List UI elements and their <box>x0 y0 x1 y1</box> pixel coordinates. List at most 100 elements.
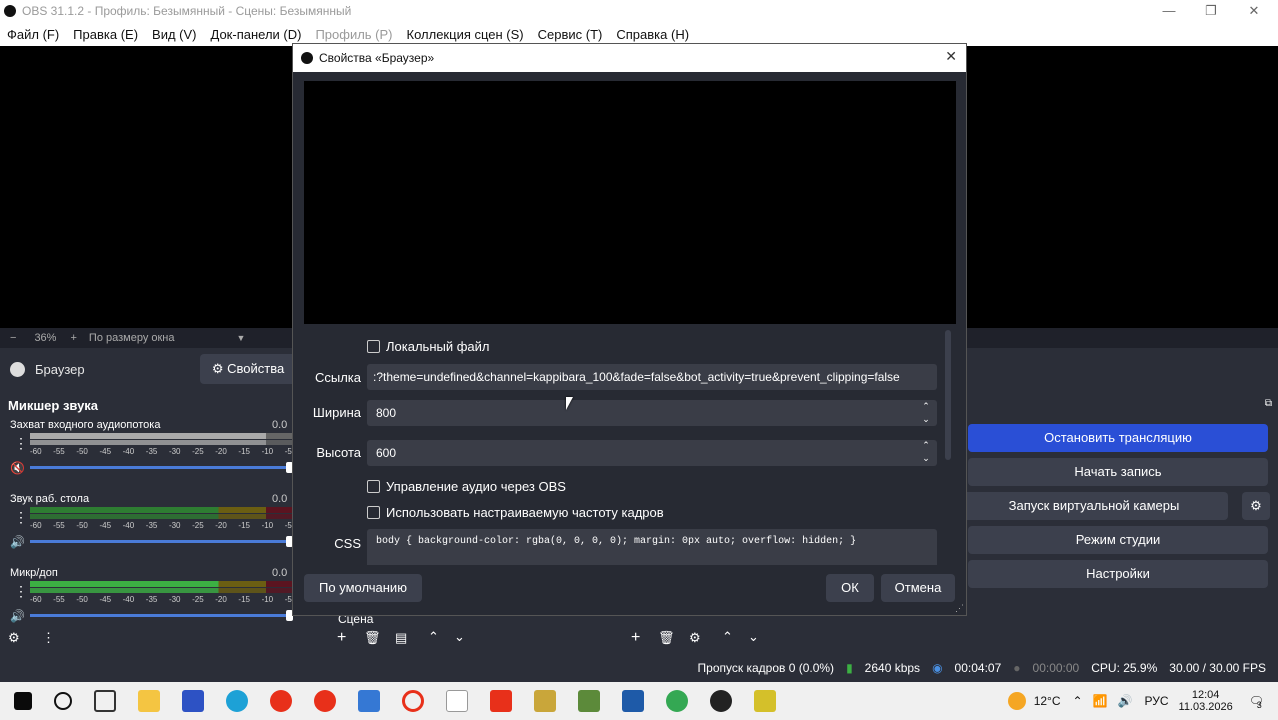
file-explorer-icon[interactable] <box>138 690 160 712</box>
minecraft-icon[interactable] <box>578 690 600 712</box>
weather-icon[interactable] <box>1007 692 1026 710</box>
scene-down-icon[interactable]: ⌄ <box>454 629 465 645</box>
menu-item-1[interactable]: Правка (E) <box>73 27 138 42</box>
local-file-checkbox[interactable]: Локальный файл <box>367 339 490 354</box>
scale-tick: -60 <box>30 521 42 530</box>
add-scene-icon[interactable]: + <box>337 629 346 647</box>
properties-label: Свойства <box>227 361 285 376</box>
width-spinbox[interactable]: 800 <box>367 400 937 426</box>
cancel-button[interactable]: Отмена <box>881 574 955 602</box>
custom-fps-checkbox[interactable]: Использовать настраиваемую частоту кадро… <box>367 505 664 520</box>
css-textarea[interactable]: body { background-color: rgba(0, 0, 0, 0… <box>367 529 937 565</box>
menu-item-0[interactable]: Файл (F) <box>7 27 59 42</box>
track-menu-icon[interactable]: ⋮ <box>14 509 28 526</box>
close-icon[interactable]: ✕ <box>1243 2 1265 20</box>
browser-properties-dialog: Свойства «Браузер» ✕ Локальный файл Ссыл… <box>292 43 967 616</box>
store-icon[interactable] <box>358 690 380 712</box>
dock-toolbars: ⚙ ⋮ Сцена + 🗑 ▤ ⌃ ⌄ + 🗑 ⚙ ⌃ ⌄ <box>0 612 1278 654</box>
app-icon[interactable] <box>754 690 776 712</box>
track-menu-icon[interactable]: ⋮ <box>14 583 28 600</box>
stream-time: 00:04:07 <box>954 661 1002 675</box>
menu-item-3[interactable]: Док-панели (D) <box>211 27 302 42</box>
game-icon[interactable] <box>534 690 556 712</box>
width-up-icon[interactable]: ⌃ <box>919 401 933 412</box>
volume-slider[interactable] <box>30 466 290 469</box>
speaker-icon[interactable]: 🔊 <box>10 535 25 549</box>
yandex-icon[interactable] <box>314 690 336 712</box>
remove-scene-icon[interactable]: 🗑 <box>364 630 381 646</box>
maximize-icon[interactable]: ❐ <box>1200 2 1222 20</box>
properties-button[interactable]: ⚙ Свойства <box>200 354 296 384</box>
notepad-icon[interactable] <box>446 690 468 712</box>
menu-item-2[interactable]: Вид (V) <box>152 27 196 42</box>
track-menu-icon[interactable]: ⋮ <box>14 435 28 452</box>
chrome-icon[interactable] <box>666 690 688 712</box>
obs-logo-icon <box>4 5 16 17</box>
windows-start-icon[interactable] <box>14 692 32 710</box>
virtual-camera-settings-icon[interactable]: ⚙ <box>1242 492 1270 520</box>
height-down-icon[interactable]: ⌄ <box>919 453 933 464</box>
start-record-button[interactable]: Начать запись <box>968 458 1268 486</box>
source-settings-icon[interactable]: ⚙ <box>689 630 701 646</box>
zoom-mode[interactable]: По размеру окна <box>89 332 175 344</box>
opera-icon[interactable] <box>402 690 424 712</box>
menu-item-7[interactable]: Справка (H) <box>616 27 689 42</box>
audio-control-checkbox[interactable]: Управление аудио через OBS <box>367 479 566 494</box>
obs-taskbar-icon[interactable] <box>710 690 732 712</box>
save-app-icon[interactable] <box>182 690 204 712</box>
weather-temp[interactable]: 12°C <box>1034 694 1061 708</box>
language[interactable]: РУС <box>1144 694 1168 708</box>
network-icon[interactable]: 📶 <box>1093 694 1108 708</box>
mute-icon[interactable]: 🔇 <box>10 461 25 475</box>
ok-button[interactable]: ОК <box>826 574 874 602</box>
stop-stream-button[interactable]: Остановить трансляцию <box>968 424 1268 452</box>
remove-source-icon[interactable]: 🗑 <box>658 630 675 646</box>
add-source-icon[interactable]: + <box>631 629 640 647</box>
notification-icon[interactable]: 🗨 3 <box>1249 694 1264 710</box>
source-down-icon[interactable]: ⌄ <box>748 629 759 645</box>
tray-chevron-icon[interactable]: ⌃ <box>1073 694 1083 708</box>
bitrate: 2640 kbps <box>864 661 921 675</box>
url-input[interactable]: :?theme=undefined&channel=kappibara_100&… <box>367 364 937 390</box>
virtual-camera-button[interactable]: Запуск виртуальной камеры <box>960 492 1228 520</box>
search-icon[interactable] <box>54 692 72 710</box>
speaker-icon[interactable]: 🔊 <box>10 609 25 623</box>
volume-icon[interactable]: 🔊 <box>1118 694 1133 708</box>
track-db: 0.0 <box>272 493 288 505</box>
scale-tick: -35 <box>145 447 158 456</box>
dialog-close-icon[interactable]: ✕ <box>945 48 957 65</box>
source-up-icon[interactable]: ⌃ <box>722 629 733 645</box>
studio-mode-button[interactable]: Режим студии <box>968 526 1268 554</box>
settings-button[interactable]: Настройки <box>968 560 1268 588</box>
task-view-icon[interactable] <box>94 690 116 712</box>
volume-slider[interactable] <box>30 614 290 617</box>
width-down-icon[interactable]: ⌄ <box>919 414 933 425</box>
menu-item-4[interactable]: Профиль (P) <box>315 27 392 42</box>
zoom-out-button[interactable]: − <box>10 332 16 344</box>
zoom-in-button[interactable]: + <box>70 332 76 344</box>
edge-icon[interactable] <box>226 690 248 712</box>
menu-item-5[interactable]: Коллекция сцен (S) <box>407 27 524 42</box>
opera-gx-icon[interactable] <box>270 690 292 712</box>
resize-grip-icon[interactable]: ⋰ <box>955 603 964 614</box>
defaults-button[interactable]: По умолчанию <box>304 574 422 602</box>
height-up-icon[interactable]: ⌃ <box>919 440 933 451</box>
mixer-settings-icon[interactable]: ⚙ <box>8 630 20 646</box>
window-app-icon[interactable] <box>622 690 644 712</box>
volume-slider[interactable] <box>30 540 290 543</box>
dock-float-icon[interactable]: ⧉ <box>1265 398 1272 409</box>
minimize-icon[interactable]: — <box>1158 2 1180 20</box>
wps-icon[interactable] <box>490 690 512 712</box>
height-value: 600 <box>376 446 397 460</box>
zoom-level: 36% <box>34 332 57 344</box>
zoom-dropdown-icon[interactable]: ▼ <box>237 333 246 343</box>
clock[interactable]: 12:04 11.03.2026 <box>1179 689 1233 713</box>
filter-scene-icon[interactable]: ▤ <box>395 630 407 646</box>
menu-item-6[interactable]: Сервис (T) <box>538 27 603 42</box>
scene-up-icon[interactable]: ⌃ <box>428 629 439 645</box>
scale-tick: -50 <box>76 521 88 530</box>
scale-tick: -50 <box>76 595 88 604</box>
mixer-menu-icon[interactable]: ⋮ <box>42 630 55 646</box>
dialog-scrollbar[interactable] <box>945 330 951 460</box>
height-spinbox[interactable]: 600 <box>367 440 937 466</box>
